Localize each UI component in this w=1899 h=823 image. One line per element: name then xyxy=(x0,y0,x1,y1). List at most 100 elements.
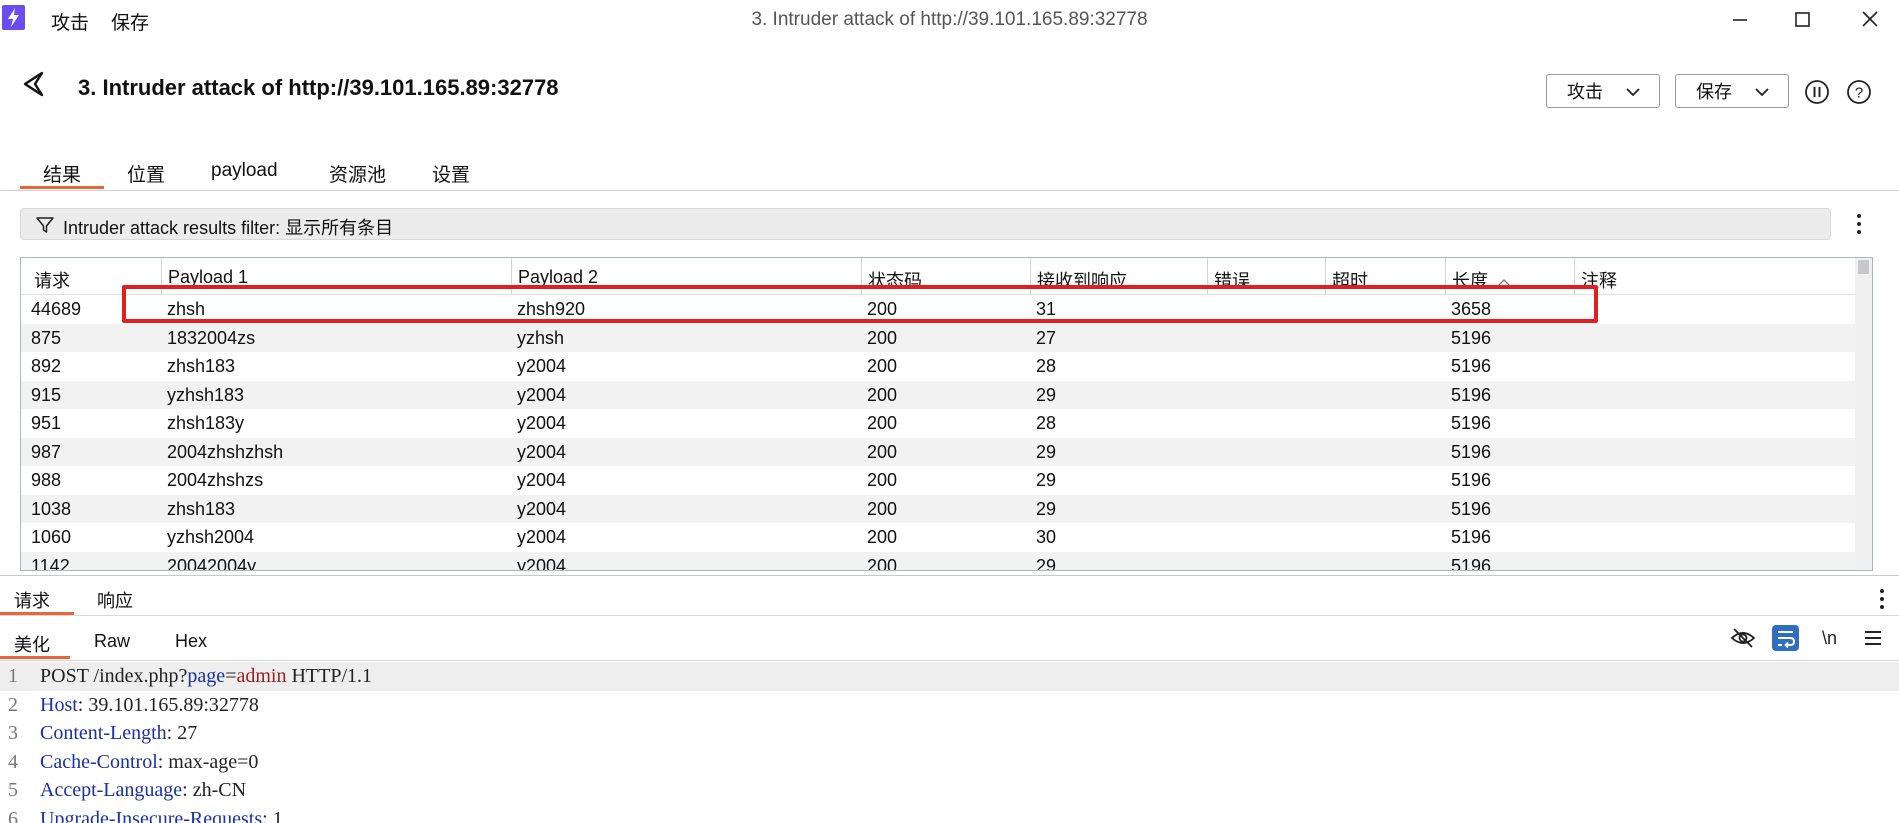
table-cell: 44689 xyxy=(31,299,82,319)
save-button-label: 保存 xyxy=(1696,82,1732,102)
save-dropdown-button[interactable]: 保存 xyxy=(1675,74,1789,108)
tab-payloads[interactable]: payload xyxy=(211,160,278,182)
table-cell: 5196 xyxy=(1451,327,1492,348)
help-icon[interactable]: ? xyxy=(1846,79,1872,105)
table-cell: 29 xyxy=(1036,384,1057,405)
table-row[interactable]: 875 1832004zs yzhsh 200 27 5196 xyxy=(21,323,1857,352)
table-cell: yzhsh xyxy=(517,327,565,348)
show-newlines-icon[interactable]: \n xyxy=(1822,628,1837,649)
pause-icon[interactable] xyxy=(1804,79,1830,105)
table-cell: 5196 xyxy=(1451,470,1492,490)
table-cell: 29 xyxy=(1036,470,1057,490)
table-cell: 892 xyxy=(31,356,62,376)
table-cell: 5196 xyxy=(1451,356,1492,376)
table-row[interactable]: 988 2004zhshzs y2004 200 29 5196 xyxy=(21,466,1857,495)
more-options-icon[interactable] xyxy=(1879,589,1885,613)
minimize-icon[interactable] xyxy=(1719,6,1759,34)
menu-icon[interactable] xyxy=(1864,630,1882,651)
header-value: : max-age=0 xyxy=(157,750,259,773)
tab-results[interactable]: 结果 xyxy=(43,160,81,187)
table-row[interactable]: 915 yzhsh183 y2004 200 29 5196 xyxy=(21,380,1857,409)
tab-raw[interactable]: Raw xyxy=(94,631,130,652)
table-cell: 200 xyxy=(867,441,898,462)
table-cell: y2004 xyxy=(517,555,567,571)
code-line: 5 Accept-Language: zh-CN xyxy=(0,776,1899,805)
attack-title: 3. Intruder attack of http://39.101.165.… xyxy=(78,75,559,100)
results-filter-bar[interactable]: Intruder attack results filter: 显示所有条目 xyxy=(20,208,1831,240)
tab-hex[interactable]: Hex xyxy=(175,631,207,652)
request-editor[interactable]: 1 POST /index.php?page=admin HTTP/1.1 2 Hos… xyxy=(0,662,1899,823)
attack-dropdown-button[interactable]: 攻击 xyxy=(1546,74,1660,108)
chevron-down-icon xyxy=(1626,88,1640,97)
table-cell: zhsh183y xyxy=(167,413,245,433)
code-text: Upgrade-Insecure-Requests: 1 xyxy=(40,808,283,823)
tab-pretty[interactable]: 美化 xyxy=(14,631,50,657)
code-text: POST /index.php?page=admin HTTP/1.1 xyxy=(40,665,372,688)
table-row[interactable]: 987 2004zhshzhsh y2004 200 29 5196 xyxy=(21,437,1857,466)
active-tab-indicator xyxy=(0,656,70,659)
table-cell: y2004 xyxy=(517,384,567,405)
table-cell: 1142 xyxy=(31,555,70,571)
word-wrap-toggle-icon[interactable] xyxy=(1772,625,1799,651)
table-cell: 915 xyxy=(31,384,62,405)
table-cell: 200 xyxy=(867,498,898,519)
title-bar: 攻击 保存 3. Intruder attack of http://39.10… xyxy=(0,0,1899,40)
table-row[interactable]: 1038 zhsh183 y2004 200 29 5196 xyxy=(21,494,1857,523)
scroll-up-icon[interactable] xyxy=(1858,260,1869,274)
panel-splitter[interactable] xyxy=(0,575,1899,576)
code-text: Content-Length: 27 xyxy=(40,722,197,745)
tab-resource-pool[interactable]: 资源池 xyxy=(329,160,386,187)
table-cell: 5196 xyxy=(1451,498,1492,519)
table-cell: 1060 xyxy=(31,527,72,547)
active-tab-indicator xyxy=(20,186,104,189)
table-cell: 5196 xyxy=(1451,384,1492,405)
table-cell: 875 xyxy=(31,327,62,348)
table-row[interactable]: 1142 20042004y y2004 200 29 5196 xyxy=(21,551,1857,571)
intruder-target-icon xyxy=(20,70,48,103)
tab-response[interactable]: 响应 xyxy=(97,587,133,613)
table-scrollbar[interactable] xyxy=(1855,258,1872,570)
table-cell: 5196 xyxy=(1451,555,1492,571)
close-icon[interactable] xyxy=(1851,6,1891,34)
more-options-icon[interactable] xyxy=(1856,214,1862,238)
header-value: : 27 xyxy=(166,722,198,744)
table-row[interactable]: 951 zhsh183y y2004 200 28 5196 xyxy=(21,409,1857,438)
table-cell: 200 xyxy=(867,555,898,571)
column-header-comment[interactable]: 注释 xyxy=(1575,258,1857,294)
table-cell: 28 xyxy=(1036,356,1057,376)
line-number: 6 xyxy=(8,807,18,823)
tab-positions[interactable]: 位置 xyxy=(127,160,165,187)
line-number: 4 xyxy=(8,750,18,773)
table-cell: 29 xyxy=(1036,441,1057,462)
code-line: 6 Upgrade-Insecure-Requests: 1 xyxy=(0,805,1899,823)
table-cell: y2004 xyxy=(517,498,567,519)
table-cell: yzhsh2004 xyxy=(167,527,255,547)
tab-settings[interactable]: 设置 xyxy=(432,160,470,187)
table-cell: y2004 xyxy=(517,441,567,462)
header-name: Content-Length xyxy=(40,722,167,744)
table-cell: yzhsh183 xyxy=(167,384,245,405)
table-cell: 2004zhshzhsh xyxy=(167,441,284,462)
code-text: Accept-Language: zh-CN xyxy=(40,779,246,802)
maximize-icon[interactable] xyxy=(1782,6,1822,34)
code-line: 4 Cache-Control: max-age=0 xyxy=(0,748,1899,777)
query-param-value: admin xyxy=(236,665,287,687)
query-equals: = xyxy=(225,665,237,687)
code-line: 3 Content-Length: 27 xyxy=(0,719,1899,748)
line-number: 1 xyxy=(8,665,18,687)
table-row[interactable]: 1060 yzhsh2004 y2004 200 30 5196 xyxy=(21,523,1857,552)
hide-nonprintable-icon[interactable] xyxy=(1730,627,1756,654)
header-value: : 1 xyxy=(262,807,283,823)
table-cell: 200 xyxy=(867,384,898,405)
line-number: 2 xyxy=(8,693,18,716)
line-number: 3 xyxy=(8,722,18,744)
filter-icon xyxy=(36,217,54,233)
table-cell: 1038 xyxy=(31,498,72,519)
table-cell: 200 xyxy=(867,527,898,547)
table-cell: 200 xyxy=(867,470,898,490)
highlight-annotation-box xyxy=(122,285,1598,323)
tab-request[interactable]: 请求 xyxy=(14,587,50,613)
table-cell: 27 xyxy=(1036,327,1057,348)
table-row[interactable]: 892 zhsh183 y2004 200 28 5196 xyxy=(21,352,1857,381)
table-cell: 30 xyxy=(1036,527,1057,547)
